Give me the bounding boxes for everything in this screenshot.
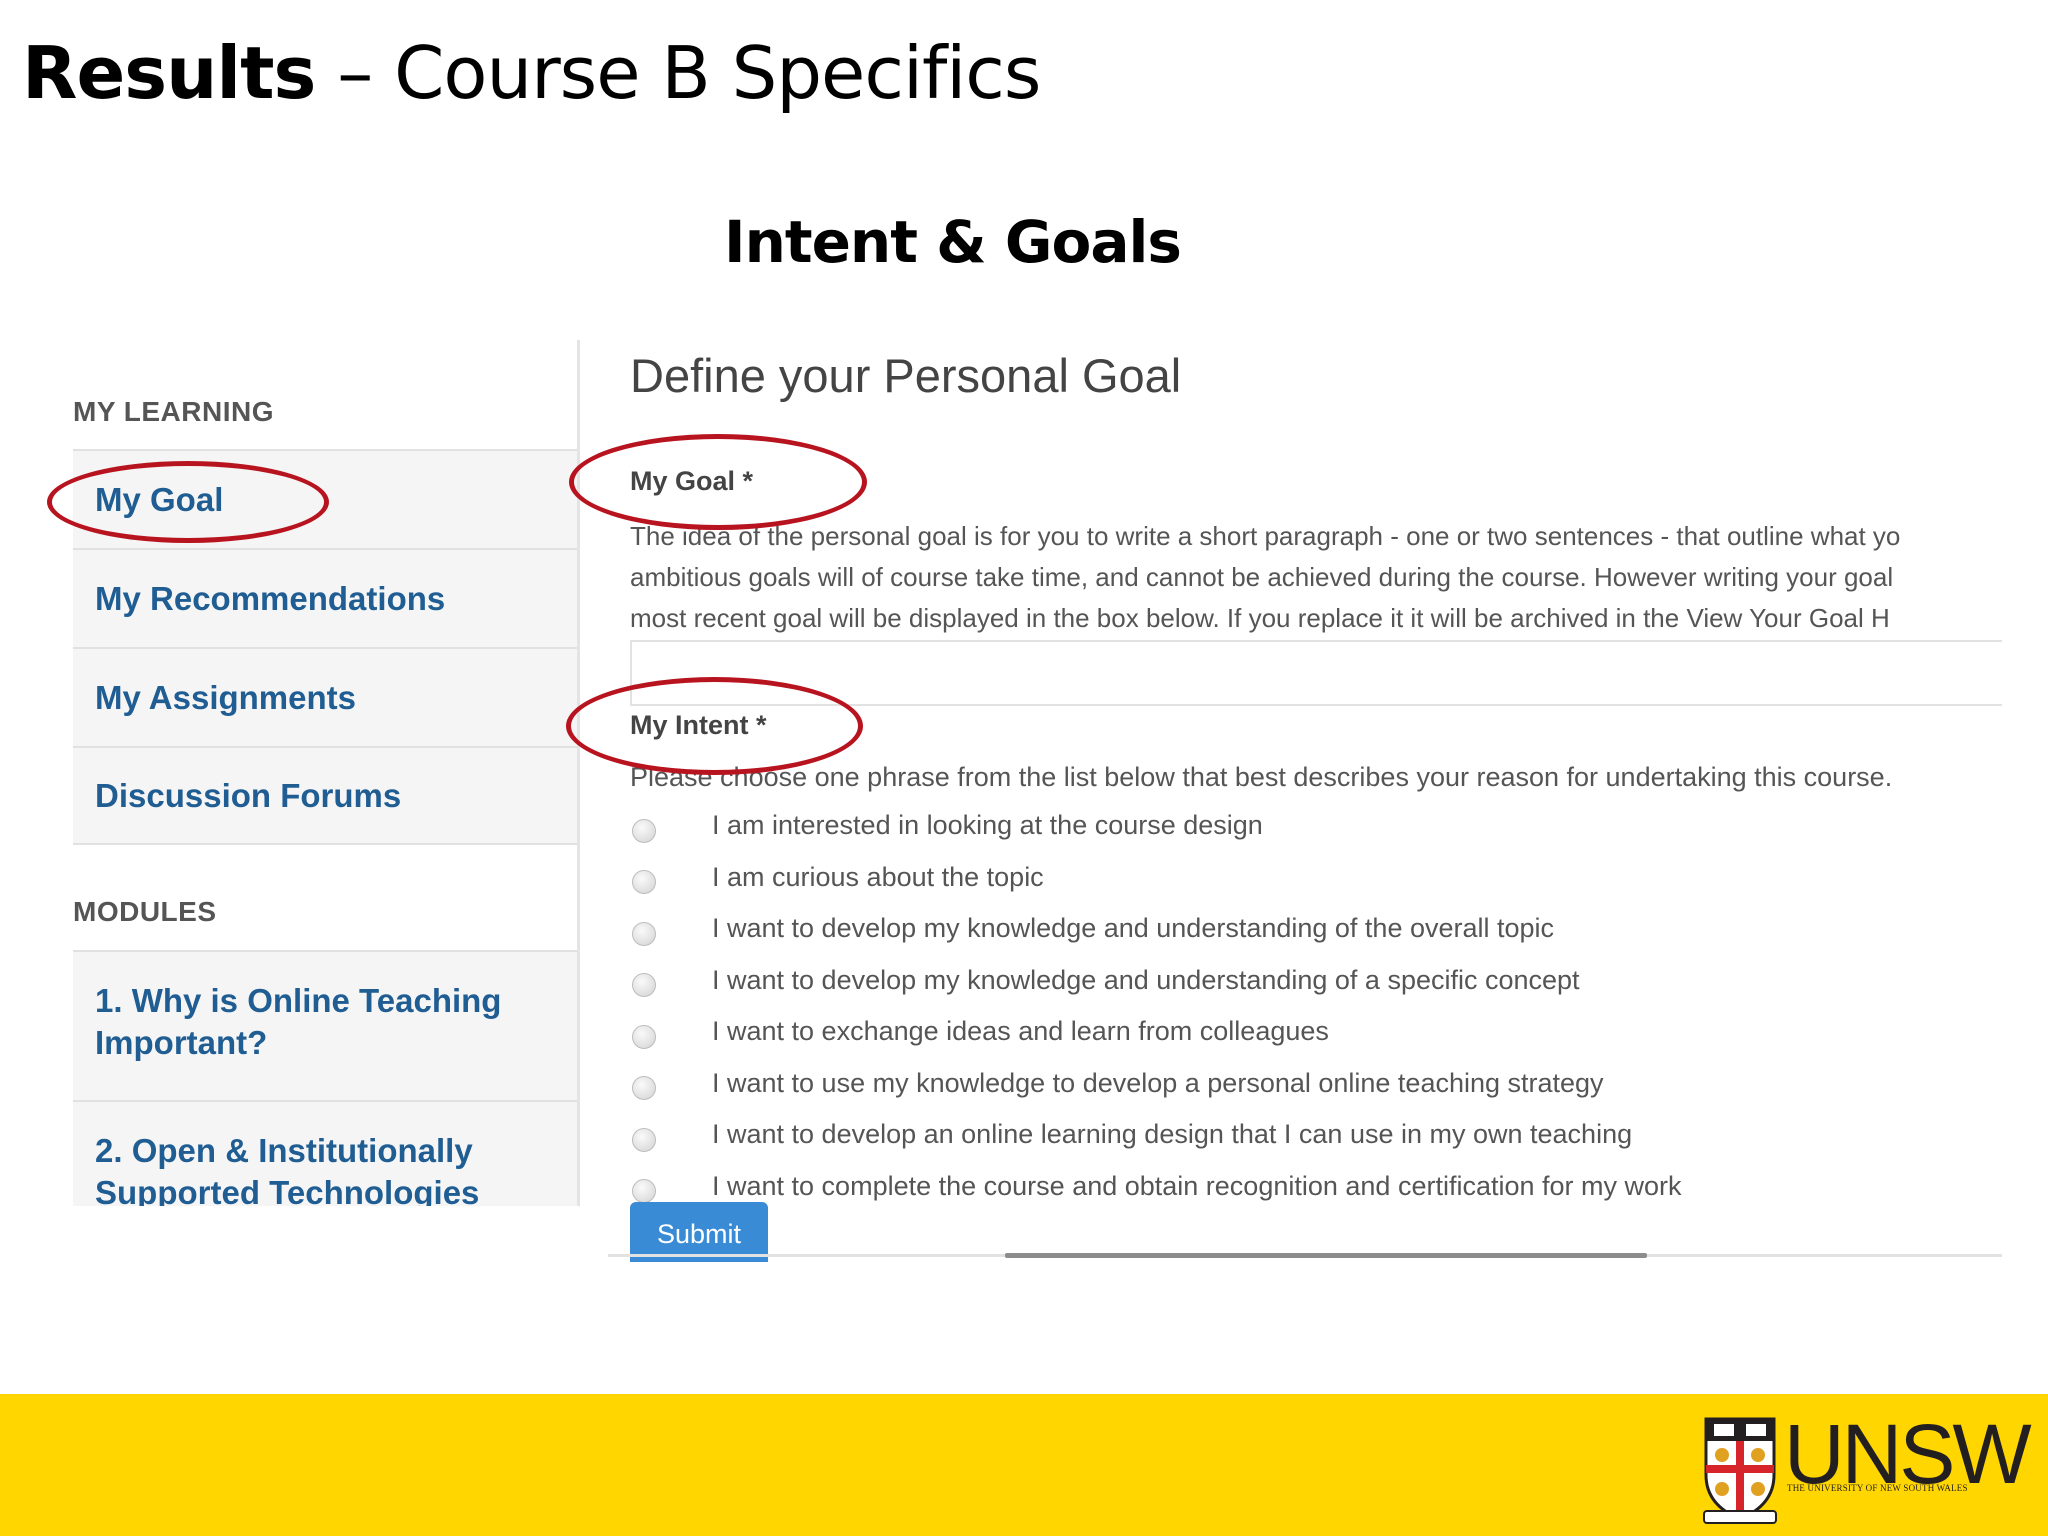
intent-option-label: I want to develop my knowledge and under…: [712, 964, 1580, 995]
intent-option-label: I am interested in looking at the course…: [712, 810, 1263, 841]
unsw-crest-icon: [1703, 1417, 1777, 1524]
intent-option[interactable]: I want to develop an online learning des…: [630, 1109, 2002, 1161]
sidebar-item-my-assignments[interactable]: My Assignments: [73, 647, 577, 746]
intent-option[interactable]: I want to develop my knowledge and under…: [630, 955, 2002, 1007]
goal-input[interactable]: [630, 640, 2002, 706]
slide-subtitle: Intent & Goals: [724, 208, 1182, 276]
radio-button[interactable]: [632, 818, 656, 843]
slide-title-bold: Results: [22, 31, 316, 115]
radio-button[interactable]: [632, 870, 656, 895]
horizontal-scrollbar[interactable]: [1005, 1253, 1647, 1258]
sidebar-item-discussion-forums[interactable]: Discussion Forums: [73, 746, 577, 845]
my-learning-list: My Goal My Recommendations My Assignment…: [73, 449, 577, 845]
intent-description: Please choose one phrase from the list b…: [630, 762, 1893, 792]
intent-option[interactable]: I am interested in looking at the course…: [630, 800, 2002, 852]
submit-button[interactable]: Submit: [630, 1202, 768, 1262]
slide-title: Results – Course B Specifics: [22, 28, 1041, 118]
goal-label: My Goal *: [630, 466, 754, 496]
intent-option-label: I want to complete the course and obtain…: [712, 1170, 1682, 1201]
intent-option-label: I want to develop an online learning des…: [712, 1119, 1633, 1150]
radio-button[interactable]: [632, 973, 656, 998]
goal-description-line: most recent goal will be displayed in th…: [630, 603, 1890, 633]
goal-description-line: The idea of the personal goal is for you…: [630, 521, 1901, 551]
sidebar-item-my-recommendations[interactable]: My Recommendations: [73, 548, 577, 647]
intent-options: I am interested in looking at the course…: [630, 800, 2002, 1212]
intent-option[interactable]: I want to use my knowledge to develop a …: [630, 1058, 2002, 1110]
my-learning-header: MY LEARNING: [73, 396, 274, 427]
sidebar-item-module-1[interactable]: 1. Why is Online Teaching Important?: [73, 950, 577, 1100]
intent-option-label: I want to exchange ideas and learn from …: [712, 1016, 1329, 1047]
radio-button[interactable]: [632, 1179, 656, 1204]
goal-description: The idea of the personal goal is for you…: [630, 516, 2002, 639]
intent-option[interactable]: I want to complete the course and obtain…: [630, 1161, 2002, 1213]
intent-option-label: I want to use my knowledge to develop a …: [712, 1067, 1604, 1098]
goal-form: Define your Personal Goal My Goal * The …: [630, 340, 2002, 1280]
modules-header: MODULES: [73, 896, 217, 927]
radio-button[interactable]: [632, 921, 656, 946]
radio-button[interactable]: [632, 1024, 656, 1049]
goal-description-line: ambitious goals will of course take time…: [630, 562, 1894, 592]
sidebar-item-module-2[interactable]: 2. Open & Institutionally Supported Tech…: [73, 1100, 577, 1206]
intent-option[interactable]: I want to exchange ideas and learn from …: [630, 1006, 2002, 1058]
sidebar-item-my-goal[interactable]: My Goal: [73, 449, 577, 548]
unsw-logo: UNSW THE UNIVERSITY OF NEW SOUTH WALES: [1700, 1409, 2032, 1525]
course-screenshot: MY LEARNING My Goal My Recommendations M…: [0, 340, 2048, 1280]
intent-option[interactable]: I want to develop my knowledge and under…: [630, 903, 2002, 955]
intent-option-label: I am curious about the topic: [712, 861, 1044, 892]
modules-list: 1. Why is Online Teaching Important? 2. …: [73, 950, 577, 1206]
radio-button[interactable]: [632, 1076, 656, 1101]
slide-title-rest: – Course B Specifics: [315, 31, 1041, 115]
intent-label: My Intent *: [630, 710, 767, 740]
intent-option-label: I want to develop my knowledge and under…: [712, 913, 1555, 944]
intent-option[interactable]: I am curious about the topic: [630, 852, 2002, 904]
unsw-logo-tagline: THE UNIVERSITY OF NEW SOUTH WALES: [1787, 1483, 1968, 1493]
page-heading: Define your Personal Goal: [630, 349, 1182, 402]
sidebar: MY LEARNING My Goal My Recommendations M…: [73, 340, 580, 1206]
radio-button[interactable]: [632, 1127, 656, 1152]
